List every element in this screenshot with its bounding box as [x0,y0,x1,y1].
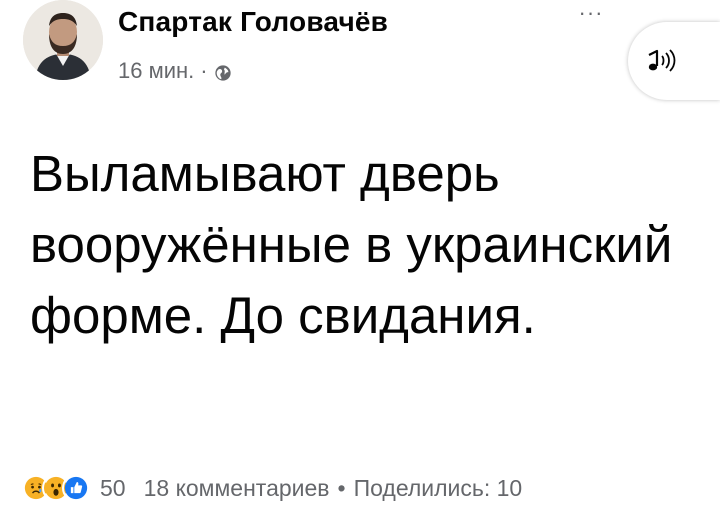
text-to-speech-icon [648,49,676,72]
post-time[interactable]: 16 мин. [118,58,194,84]
like-reaction-icon [62,474,90,502]
post-body-text: Выламывают дверь вооружённые в украински… [30,145,673,344]
meta-separator: · [200,58,208,83]
globe-icon [214,62,232,81]
author-name[interactable]: Спартак Головачёв [118,6,388,38]
facebook-post: Спартак Головачёв 16 мин. · ··· Выламыва… [0,0,720,515]
reactions-summary[interactable] [22,474,90,502]
reaction-count[interactable]: 50 [100,475,126,502]
footer-separator: • [337,474,346,501]
text-to-speech-button[interactable] [628,22,720,100]
more-options-button[interactable]: ··· [572,0,610,25]
avatar-photo [23,0,103,80]
post-meta: 16 мин. · [118,58,232,84]
author-avatar[interactable] [23,0,103,80]
comments-count[interactable]: 18 комментариев [144,475,330,502]
shares-count[interactable]: Поделились: 10 [354,475,523,502]
post-engagement-bar: 50 18 комментариев • Поделились: 10 [22,468,712,508]
